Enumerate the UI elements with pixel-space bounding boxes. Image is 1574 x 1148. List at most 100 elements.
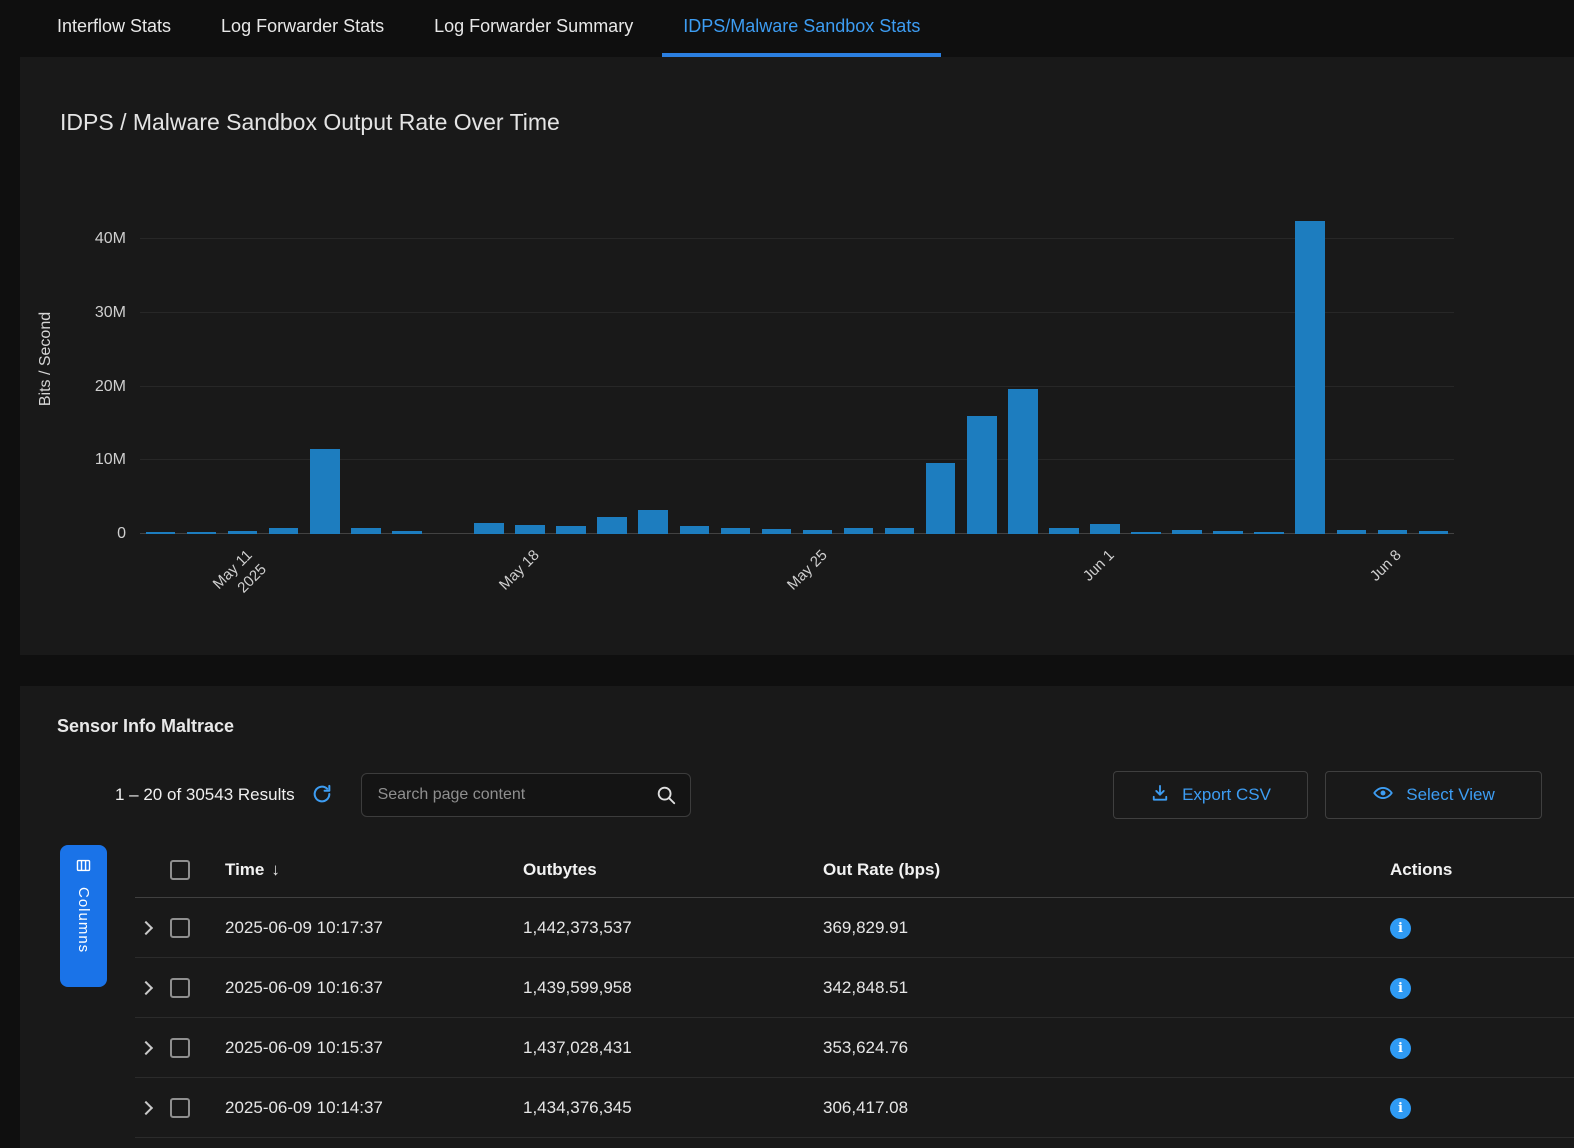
columns-icon xyxy=(75,857,92,877)
cell-out-rate: 306,417.08 xyxy=(823,1098,1383,1118)
chart-bar-may-19[interactable] xyxy=(556,526,586,534)
eye-icon xyxy=(1372,782,1394,809)
time-header-label: Time xyxy=(225,860,264,880)
chart-bar-may-26[interactable] xyxy=(844,528,874,534)
row-checkbox[interactable] xyxy=(170,1038,190,1058)
chart-bar-may-12[interactable] xyxy=(269,528,299,534)
y-axis-tick-label: 20M xyxy=(95,378,126,396)
header-checkbox-cell xyxy=(170,860,225,880)
chart-bar-jun-5[interactable] xyxy=(1254,532,1284,534)
y-axis-tick-label: 30M xyxy=(95,304,126,322)
chart-bar-jun-6[interactable] xyxy=(1295,221,1325,534)
y-axis-tick-label: 40M xyxy=(95,230,126,248)
chart-bar-may-25[interactable] xyxy=(803,530,833,534)
tab-log-forwarder-summary[interactable]: Log Forwarder Summary xyxy=(413,0,654,57)
row-checkbox[interactable] xyxy=(170,1098,190,1118)
column-header-time[interactable]: Time ↓ xyxy=(225,860,523,880)
chart-bar-may-10[interactable] xyxy=(187,532,217,534)
column-header-outbytes[interactable]: Outbytes xyxy=(523,860,823,880)
chart-bar-jun-8[interactable] xyxy=(1378,530,1408,534)
columns-button[interactable]: Columns xyxy=(60,845,107,987)
tab-log-forwarder-stats[interactable]: Log Forwarder Stats xyxy=(200,0,405,57)
chart-bar-jun-2[interactable] xyxy=(1131,532,1161,534)
stats-tabbar: Interflow Stats Log Forwarder Stats Log … xyxy=(0,0,1574,57)
export-csv-label: Export CSV xyxy=(1182,785,1271,805)
row-checkbox-cell xyxy=(170,978,225,998)
select-all-checkbox[interactable] xyxy=(170,860,190,880)
cell-out-rate: 342,848.51 xyxy=(823,978,1383,998)
table-row: 2025-06-09 10:15:37 1,437,028,431 353,62… xyxy=(135,1018,1574,1078)
row-expander-cell xyxy=(135,923,170,933)
sort-desc-icon: ↓ xyxy=(271,860,280,880)
chart-bar-may-13[interactable] xyxy=(310,449,340,534)
search-icon[interactable] xyxy=(655,784,677,811)
table-section-title: Sensor Info Maltrace xyxy=(20,686,1574,737)
column-header-out-rate[interactable]: Out Rate (bps) xyxy=(823,860,1383,880)
refresh-button[interactable] xyxy=(311,783,333,808)
expand-row-chevron-icon[interactable] xyxy=(139,1100,153,1114)
search-input[interactable] xyxy=(361,773,691,817)
info-icon[interactable] xyxy=(1390,1038,1411,1059)
info-icon[interactable] xyxy=(1390,918,1411,939)
cell-time: 2025-06-09 10:15:37 xyxy=(225,1038,523,1058)
chart-bar-may-11[interactable] xyxy=(228,531,258,534)
x-axis-tick-label: Jun 8 xyxy=(1392,546,1429,566)
table-row: 2025-06-09 10:16:37 1,439,599,958 342,84… xyxy=(135,958,1574,1018)
info-icon[interactable] xyxy=(1390,1098,1411,1119)
chart-bar-may-18[interactable] xyxy=(515,525,545,534)
tab-idps-malware-sandbox-stats[interactable]: IDPS/Malware Sandbox Stats xyxy=(662,0,941,57)
chart-bar-may-21[interactable] xyxy=(638,510,668,534)
chart-bar-may-22[interactable] xyxy=(680,526,710,534)
table-row: 2025-06-09 10:14:37 1,434,376,345 306,41… xyxy=(135,1078,1574,1138)
column-header-actions: Actions xyxy=(1383,860,1574,880)
chart-bar-jun-1[interactable] xyxy=(1090,524,1120,534)
chart-bar-jun-4[interactable] xyxy=(1213,531,1243,534)
chart-bar-may-15[interactable] xyxy=(392,531,422,534)
download-icon xyxy=(1150,783,1170,808)
chart-bar-jun-7[interactable] xyxy=(1337,530,1367,534)
chart-bar-may-24[interactable] xyxy=(762,529,792,534)
gridline xyxy=(140,312,1454,313)
row-checkbox[interactable] xyxy=(170,918,190,938)
table-panel: Sensor Info Maltrace 1 – 20 of 30543 Res… xyxy=(20,686,1574,1148)
chart-bar-may-9[interactable] xyxy=(146,532,176,534)
row-checkbox[interactable] xyxy=(170,978,190,998)
row-expander-cell xyxy=(135,983,170,993)
refresh-icon xyxy=(311,783,333,808)
y-axis-title: Bits / Second xyxy=(36,184,56,534)
table-body: 2025-06-09 10:17:37 1,442,373,537 369,82… xyxy=(135,898,1574,1138)
expand-row-chevron-icon[interactable] xyxy=(139,1040,153,1054)
results-group: 1 – 20 of 30543 Results xyxy=(115,783,333,808)
chart-bar-jun-9[interactable] xyxy=(1419,531,1449,534)
cell-out-rate: 353,624.76 xyxy=(823,1038,1383,1058)
chart-bar-may-28[interactable] xyxy=(926,463,956,534)
chart-title: IDPS / Malware Sandbox Output Rate Over … xyxy=(20,57,1574,136)
chart-bar-may-30[interactable] xyxy=(1008,389,1038,534)
chart-bar-may-20[interactable] xyxy=(597,517,627,534)
row-expander-cell xyxy=(135,1103,170,1113)
chart-bar-may-29[interactable] xyxy=(967,416,997,534)
chart-bar-may-14[interactable] xyxy=(351,528,381,534)
expand-row-chevron-icon[interactable] xyxy=(139,980,153,994)
row-actions-cell xyxy=(1383,917,1574,939)
tab-interflow-stats[interactable]: Interflow Stats xyxy=(36,0,192,57)
table-header-row: Time ↓ Outbytes Out Rate (bps) Actions xyxy=(135,842,1574,898)
chart-bar-may-23[interactable] xyxy=(721,528,751,534)
cell-time: 2025-06-09 10:16:37 xyxy=(225,978,523,998)
export-csv-button[interactable]: Export CSV xyxy=(1113,771,1308,819)
chart-bar-may-17[interactable] xyxy=(474,523,504,534)
x-axis-tick-label: May 112025 xyxy=(243,546,291,585)
chart-bar-jun-3[interactable] xyxy=(1172,530,1202,534)
output-rate-chart-plot: Bits / Second 010M20M30M40MMay 112025May… xyxy=(140,184,1454,534)
row-actions-cell xyxy=(1383,1037,1574,1059)
chart-bar-may-31[interactable] xyxy=(1049,528,1079,534)
expand-row-chevron-icon[interactable] xyxy=(139,920,153,934)
cell-outbytes: 1,437,028,431 xyxy=(523,1038,823,1058)
x-axis-tick-label: May 18 xyxy=(530,546,579,566)
row-checkbox-cell xyxy=(170,1098,225,1118)
y-axis-tick-label: 0 xyxy=(117,525,126,543)
row-checkbox-cell xyxy=(170,918,225,938)
chart-bar-may-27[interactable] xyxy=(885,528,915,534)
select-view-button[interactable]: Select View xyxy=(1325,771,1542,819)
info-icon[interactable] xyxy=(1390,978,1411,999)
